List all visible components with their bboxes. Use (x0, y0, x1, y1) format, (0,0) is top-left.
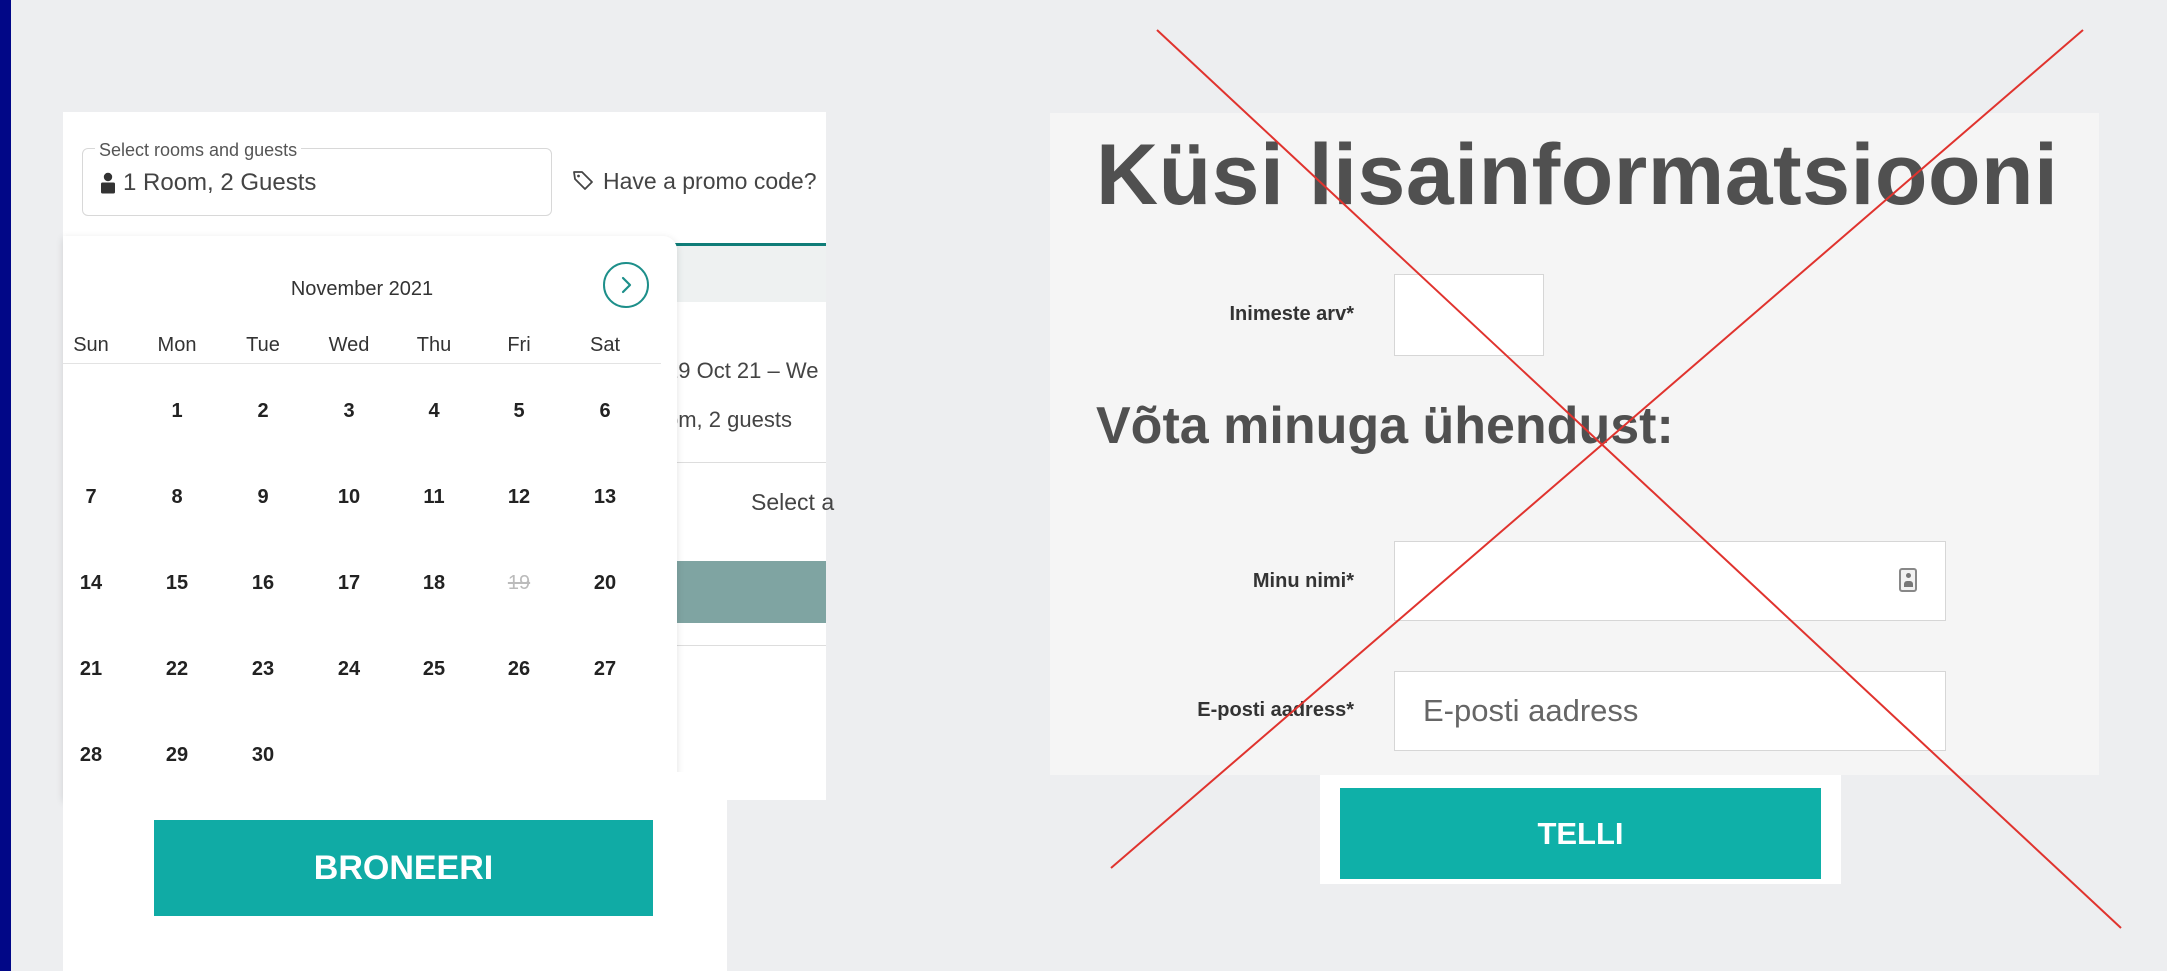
rooms-guests-value: 1 Room, 2 Guests (123, 169, 317, 196)
email-input[interactable] (1394, 671, 1946, 751)
stay-dates-text: 19 Oct 21 – We (666, 358, 819, 383)
calendar-day[interactable]: 28 (63, 742, 119, 768)
form-title: Küsi lisainformatsiooni (1096, 127, 2059, 223)
divider (659, 462, 826, 463)
people-count-input[interactable] (1394, 274, 1544, 356)
name-label: Minu nimi* (1252, 570, 1354, 592)
calendar-day[interactable]: 21 (63, 656, 119, 682)
weekday-label: Tue (246, 334, 280, 356)
calendar-day[interactable]: 13 (577, 484, 633, 510)
submit-button[interactable]: TELLI (1340, 788, 1821, 879)
calendar-day[interactable]: 30 (235, 742, 291, 768)
contact-subtitle: Võta minuga ühendust: (1096, 397, 1674, 455)
month-label: November 2021 (290, 278, 434, 300)
chevron-right-icon (621, 276, 632, 294)
calendar-day[interactable]: 10 (321, 484, 377, 510)
calendar-day[interactable]: 15 (149, 570, 205, 596)
calendar-day[interactable]: 3 (321, 398, 377, 424)
slide: Select rooms and guests 1 Room, 2 Guests… (11, 0, 2167, 971)
weekday-label: Fri (507, 334, 531, 356)
weekday-label: Sun (73, 334, 109, 356)
calendar-day[interactable]: 6 (577, 398, 633, 424)
weekday-label: Wed (328, 334, 370, 356)
calendar-day[interactable]: 9 (235, 484, 291, 510)
stay-guests-text: om, 2 guests (666, 407, 792, 432)
divider (63, 363, 661, 364)
calendar-day[interactable]: 18 (406, 570, 462, 596)
weekday-label: Sat (589, 334, 621, 356)
calendar-day[interactable]: 27 (577, 656, 633, 682)
people-count-label: Inimeste arv* (1229, 303, 1354, 325)
select-text: Select a (751, 489, 835, 515)
calendar-day[interactable]: 22 (149, 656, 205, 682)
name-input[interactable] (1394, 541, 1946, 621)
calendar-day[interactable]: 1 (149, 398, 205, 424)
calendar-day[interactable]: 17 (321, 570, 377, 596)
book-button[interactable]: BRONEERI (154, 820, 653, 916)
contact-card-icon[interactable] (1899, 568, 1917, 592)
calendar-day[interactable]: 14 (63, 570, 119, 596)
calendar-day[interactable]: 25 (406, 656, 462, 682)
promo-code-label: Have a promo code? (603, 168, 817, 194)
search-button-partial[interactable] (659, 561, 826, 623)
calendar-day: 19 (507, 572, 531, 594)
date-picker: November 2021 Sun Mon Tue Wed Thu Fri Sat 1234… (63, 236, 677, 800)
calendar-day[interactable]: 8 (149, 484, 205, 510)
calendar-day[interactable]: 26 (491, 656, 547, 682)
email-label: E-posti aadress* (1197, 699, 1354, 721)
weekday-label: Mon (157, 334, 197, 356)
calendar-day[interactable]: 2 (235, 398, 291, 424)
calendar-day[interactable]: 12 (491, 484, 547, 510)
calendar-day[interactable]: 23 (235, 656, 291, 682)
divider (659, 645, 826, 646)
calendar-day[interactable]: 24 (321, 656, 377, 682)
calendar-day[interactable]: 29 (149, 742, 205, 768)
calendar-day[interactable]: 7 (63, 484, 119, 510)
calendar-day[interactable]: 16 (235, 570, 291, 596)
tab-strip (659, 246, 826, 302)
calendar-day[interactable]: 5 (491, 398, 547, 424)
rooms-guests-legend: Select rooms and guests (95, 139, 302, 161)
calendar-day[interactable]: 20 (577, 570, 633, 596)
weekday-label: Thu (416, 334, 452, 356)
calendar-day[interactable]: 4 (406, 398, 462, 424)
calendar-day[interactable]: 11 (406, 484, 462, 510)
next-month-button[interactable] (603, 262, 649, 308)
